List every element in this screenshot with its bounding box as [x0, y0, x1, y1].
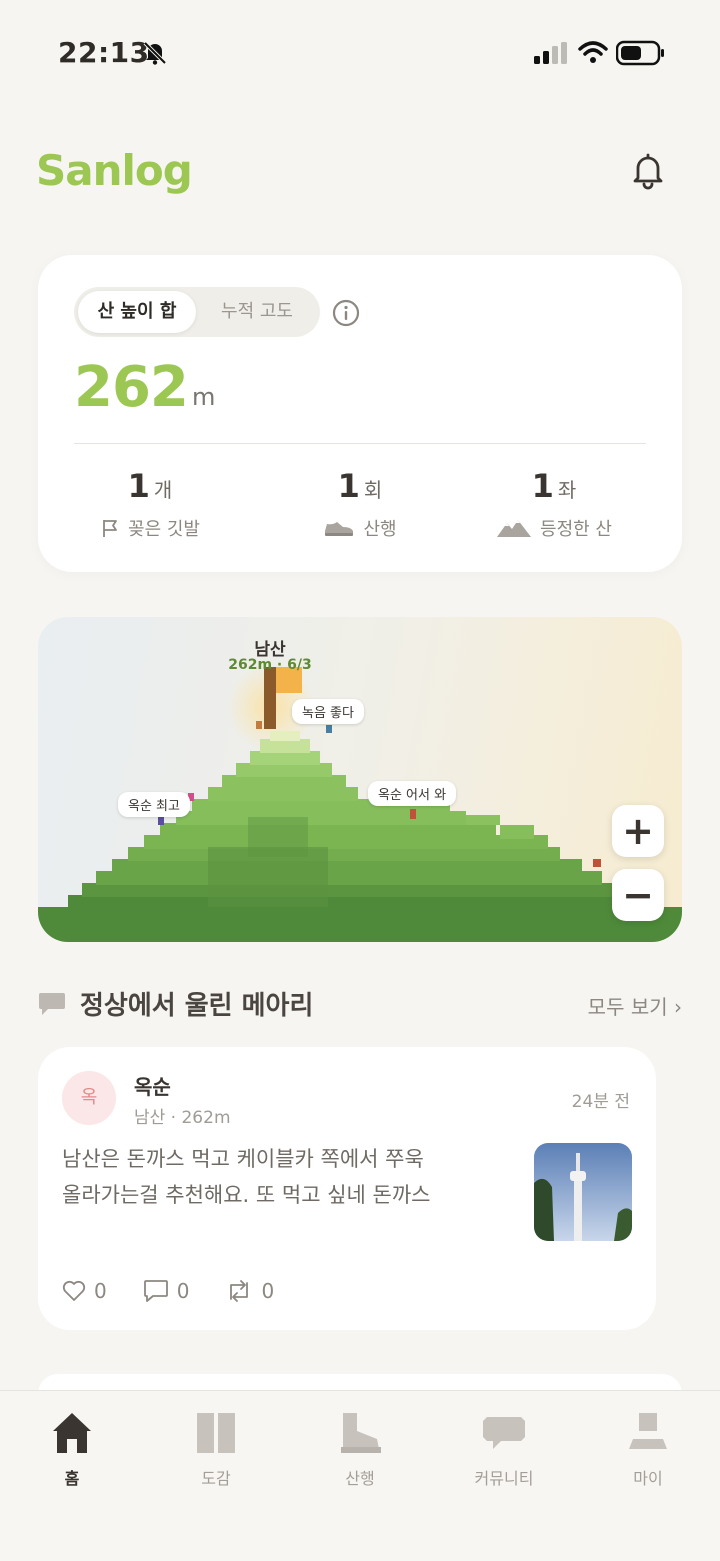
- message-bubble[interactable]: 옥순 최고: [118, 792, 190, 817]
- wifi-icon: [578, 41, 608, 63]
- boot-icon: [341, 1413, 381, 1453]
- avatar[interactable]: 옥: [62, 1071, 116, 1125]
- memo-text-line: 올라가는걸 추천해요. 또 먹고 싶네 돈까스: [62, 1183, 431, 1207]
- chat-icon: [483, 1417, 525, 1449]
- stat-hikes: 1회 산행: [260, 467, 460, 541]
- repost-count: 0: [261, 1279, 275, 1303]
- memo-location: 남산 · 262m: [134, 1108, 231, 1128]
- tab-collection[interactable]: 도감: [166, 1409, 266, 1489]
- status-bar: 22:13: [0, 0, 720, 110]
- bottom-tab-bar: 홈 도감 산행 커뮤니티 마이: [0, 1390, 720, 1561]
- peak-meta: 262m · 6/3: [228, 657, 312, 673]
- speech-bubble-icon: [39, 993, 65, 1015]
- person-icon: [629, 1413, 667, 1449]
- mountain-view[interactable]: 남산 262m · 6/3 녹음 좋다 옥순 최고 옥순 어서 와 + −: [38, 617, 682, 942]
- tower-photo: [534, 1143, 632, 1241]
- home-icon: [53, 1413, 91, 1453]
- bell-icon[interactable]: [626, 148, 670, 192]
- tab-label: 홈: [64, 1469, 80, 1488]
- tab-label: 도감: [201, 1469, 231, 1488]
- comment-icon: [143, 1280, 168, 1302]
- tab-label: 커뮤니티: [474, 1469, 534, 1488]
- stat-unit: 회: [363, 478, 383, 502]
- memo-text-line: 남산은 돈까스 먹고 케이블카 쪽에서 쭈욱: [62, 1147, 424, 1171]
- bell-off-icon: [143, 41, 167, 65]
- tab-my[interactable]: 마이: [598, 1409, 698, 1489]
- signal-icon: [534, 42, 567, 64]
- stat-unit: 좌: [557, 478, 577, 502]
- memo-card[interactable]: 옥 옥순 남산 · 262m 24분 전 남산은 돈까스 먹고 케이블카 쪽에서…: [38, 1047, 656, 1330]
- message-bubble[interactable]: 옥순 어서 와: [368, 781, 457, 806]
- info-icon[interactable]: [332, 299, 360, 327]
- tab-label: 산행: [345, 1469, 375, 1488]
- like-button[interactable]: 0: [62, 1279, 107, 1303]
- stats-card: 산 높이 합 누적 고도 262 m 1개 꽂은 깃발 1회 산행 1좌 등정한…: [38, 255, 682, 572]
- tab-label: 마이: [633, 1469, 663, 1488]
- memo-photo[interactable]: [534, 1143, 632, 1241]
- stat-unit: 개: [153, 478, 173, 502]
- memo-author[interactable]: 옥순: [134, 1071, 171, 1100]
- tab-community[interactable]: 커뮤니티: [454, 1409, 554, 1489]
- memo-actions: 0 0 0: [62, 1279, 274, 1303]
- stat-label: 꽂은 깃발: [128, 519, 200, 540]
- total-height-value: 262: [74, 355, 189, 420]
- stat-flags: 1개 꽂은 깃발: [50, 467, 250, 541]
- comment-count: 0: [176, 1279, 190, 1303]
- memos-section-header: 정상에서 울린 메아리 모두 보기 ›: [38, 985, 682, 1025]
- total-height-unit: m: [192, 383, 216, 411]
- like-count: 0: [94, 1279, 107, 1303]
- zoom-in-button[interactable]: +: [612, 805, 664, 857]
- repost-icon: [230, 1280, 249, 1302]
- battery-icon: [616, 40, 664, 66]
- stat-value: 1: [337, 467, 360, 505]
- tab-home[interactable]: 홈: [22, 1409, 122, 1489]
- stat-value: 1: [531, 467, 554, 505]
- zoom-out-button[interactable]: −: [612, 869, 664, 921]
- comment-button[interactable]: 0: [143, 1279, 190, 1303]
- segment-mountain-height[interactable]: 산 높이 합: [78, 291, 196, 333]
- shoe-icon: [325, 522, 354, 536]
- flag-icon: [103, 520, 117, 537]
- memo-time: 24분 전: [571, 1092, 630, 1112]
- stat-value: 1: [127, 467, 150, 505]
- pixel-mountain: [38, 663, 682, 942]
- divider: [74, 443, 646, 444]
- heart-icon: [62, 1280, 86, 1301]
- stat-summits: 1좌 등정한 산: [454, 467, 654, 541]
- section-title: 정상에서 울린 메아리: [80, 991, 314, 1021]
- stat-label: 등정한 산: [540, 519, 612, 540]
- metric-toggle: 산 높이 합 누적 고도: [74, 287, 320, 337]
- status-time: 22:13: [58, 36, 150, 69]
- message-bubble[interactable]: 녹음 좋다: [292, 699, 364, 724]
- book-icon: [197, 1413, 235, 1453]
- memo-text: 남산은 돈까스 먹고 케이블카 쪽에서 쭈욱 올라가는걸 추천해요. 또 먹고 …: [62, 1141, 502, 1213]
- app-title: Sanlog: [36, 146, 193, 195]
- see-all-link[interactable]: 모두 보기 ›: [588, 991, 682, 1020]
- segment-cumulative-elevation[interactable]: 누적 고도: [198, 291, 316, 333]
- tab-hike[interactable]: 산행: [310, 1409, 410, 1489]
- mountain-icon: [497, 520, 532, 537]
- repost-button[interactable]: 0: [225, 1279, 274, 1303]
- stat-label: 산행: [363, 519, 397, 540]
